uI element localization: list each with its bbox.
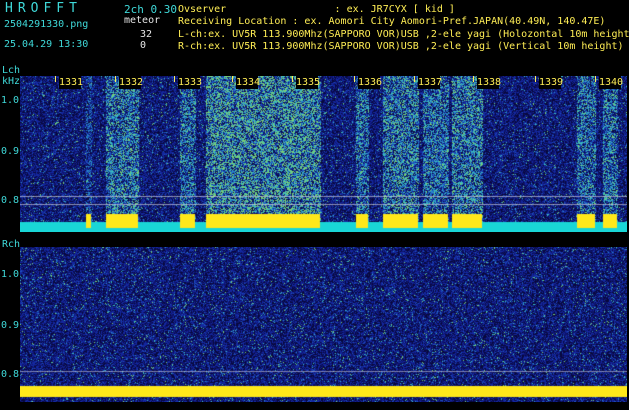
time-tick bbox=[232, 76, 233, 82]
time-tick bbox=[535, 76, 536, 82]
time-marker-1333: 1333 bbox=[178, 76, 203, 89]
time-tick bbox=[55, 76, 56, 82]
lch-spectrogram: 1331 1332 1333 1334 1335 1336 1337 1338 1339 1340 bbox=[20, 76, 627, 232]
mode-label: 2ch 0.30 bbox=[124, 3, 177, 16]
observer-line: Ovserver : ex. JR7CYX [ kid ] bbox=[178, 4, 455, 15]
lch-count: 32 bbox=[140, 29, 153, 40]
time-marker-1336: 1336 bbox=[358, 76, 383, 89]
khz-label: kHz bbox=[2, 76, 21, 87]
rch-label: Rch bbox=[2, 239, 21, 250]
timestamp: 25.04.29 13:30 bbox=[4, 39, 89, 50]
time-tick bbox=[473, 76, 474, 82]
time-marker-1339: 1339 bbox=[539, 76, 564, 89]
rch-info-line: R-ch:ex. UV5R 113.900Mhz(SAPPORO VOR)USB… bbox=[178, 41, 624, 52]
lch-info-line: L-ch:ex. UV5R 113.900Mhz(SAPPORO VOR)USB… bbox=[178, 29, 629, 40]
rch-tick-0-8: 0.8 bbox=[1, 369, 20, 380]
rch-spectrogram bbox=[20, 247, 627, 402]
time-marker-1334: 1334 bbox=[236, 76, 261, 89]
lch-tick-0-9: 0.9 bbox=[1, 146, 20, 157]
time-tick bbox=[414, 76, 415, 82]
location-line: Receiving Location : ex. Aomori City Aom… bbox=[178, 16, 606, 27]
time-marker-1332: 1332 bbox=[119, 76, 144, 89]
time-marker-1337: 1337 bbox=[418, 76, 443, 89]
file-name: 2504291330.png bbox=[4, 19, 89, 30]
rch-tick-1-0: 1.0 bbox=[1, 269, 20, 280]
lch-tick-0-8: 0.8 bbox=[1, 195, 20, 206]
time-tick bbox=[595, 76, 596, 82]
app-title: HROFFT bbox=[5, 1, 82, 16]
rch-tick-0-9: 0.9 bbox=[1, 320, 20, 331]
rch-count: 0 bbox=[140, 40, 147, 51]
kind-label: meteor bbox=[124, 15, 161, 26]
time-tick bbox=[292, 76, 293, 82]
time-tick bbox=[174, 76, 175, 82]
lch-tick-1-0: 1.0 bbox=[1, 95, 20, 106]
time-marker-1331: 1331 bbox=[59, 76, 84, 89]
lch-label: Lch bbox=[2, 65, 21, 76]
time-tick bbox=[354, 76, 355, 82]
time-marker-1335: 1335 bbox=[296, 76, 321, 89]
time-marker-1340: 1340 bbox=[599, 76, 624, 89]
time-tick bbox=[115, 76, 116, 82]
time-marker-1338: 1338 bbox=[477, 76, 502, 89]
